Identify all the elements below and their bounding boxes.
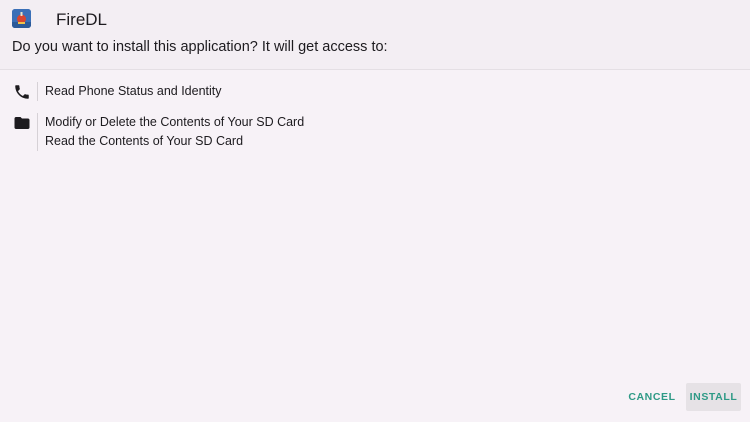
permission-divider — [37, 82, 38, 101]
folder-icon — [13, 114, 31, 132]
permission-divider — [37, 113, 38, 151]
app-icon — [12, 9, 31, 28]
permission-item: Read the Contents of Your SD Card — [45, 134, 244, 148]
cancel-button[interactable]: CANCEL — [624, 383, 680, 411]
phone-icon — [13, 83, 31, 101]
permission-item: Read Phone Status and Identity — [45, 84, 222, 98]
install-prompt: Do you want to install this application?… — [12, 39, 388, 55]
install-button[interactable]: INSTALL — [686, 383, 741, 411]
dialog-header: FireDL Do you want to install this appli… — [0, 0, 750, 70]
app-title: FireDL — [56, 10, 108, 29]
permission-item: Modify or Delete the Contents of Your SD… — [45, 115, 305, 129]
